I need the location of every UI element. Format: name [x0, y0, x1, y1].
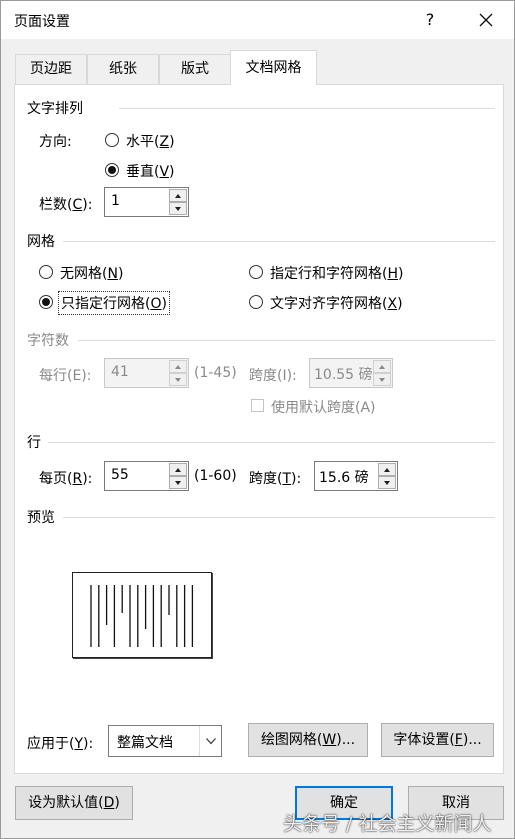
tab-margins-label: 页边距 [30, 61, 72, 77]
chars-up-arrow-icon[interactable] [169, 360, 187, 373]
columns-down-arrow-icon[interactable] [169, 202, 187, 215]
chars-per-line-label: 每行(E): [39, 368, 92, 384]
chevron-down-icon [206, 738, 216, 745]
lines-per-page-label: 每页(R): [39, 471, 93, 487]
lines-up-arrow-icon[interactable] [169, 463, 187, 476]
direction-horizontal-radio[interactable] [105, 133, 119, 147]
chars-per-line-value[interactable]: 41 [111, 364, 129, 380]
default-pitch-label[interactable]: 使用默认跨度(A) [271, 397, 376, 417]
grid-lines-only-radio[interactable] [39, 295, 53, 309]
group-divider [119, 108, 495, 109]
tab-document-grid-label: 文档网格 [245, 60, 302, 76]
chars-per-line-spinner[interactable]: 41 [104, 358, 189, 388]
columns-value[interactable]: 1 [111, 193, 120, 209]
lines-pitch-up-arrow-icon[interactable] [378, 463, 396, 476]
lines-pitch-down-arrow-icon[interactable] [378, 476, 396, 489]
help-label: ? [425, 10, 435, 29]
chars-pitch-value[interactable]: 10.55 磅 [314, 364, 373, 384]
group-divider [78, 340, 495, 341]
preview-page [72, 572, 212, 658]
lines-pitch-arrows [378, 463, 396, 489]
group-divider [63, 241, 495, 242]
grid-none-radio[interactable] [39, 265, 53, 279]
direction-vertical-radio[interactable] [105, 163, 119, 177]
tab-layout[interactable]: 版式 [159, 54, 231, 84]
lines-down-arrow-icon[interactable] [169, 476, 187, 489]
chars-group-title: 字符数 [27, 333, 69, 349]
lines-spinner-arrows [169, 463, 187, 489]
chars-pitch-arrows [373, 360, 391, 386]
chars-down-arrow-icon[interactable] [169, 373, 187, 386]
close-icon [479, 13, 493, 27]
set-default-button[interactable]: 设为默认值(D) [15, 786, 133, 820]
chars-pitch-up-arrow-icon[interactable] [373, 360, 391, 373]
default-pitch-checkbox[interactable] [251, 399, 264, 412]
columns-up-arrow-icon[interactable] [169, 189, 187, 202]
apply-to-dropdown[interactable] [199, 726, 221, 756]
title-bar: 页面设置 ? [1, 1, 514, 39]
group-divider [63, 517, 495, 518]
tab-paper[interactable]: 纸张 [87, 54, 159, 84]
columns-spinner-arrows [169, 189, 187, 215]
tab-margins[interactable]: 页边距 [15, 54, 87, 84]
preview-columns [90, 585, 194, 647]
grid-group-title: 网格 [27, 234, 55, 250]
apply-to-label: 应用于(Y): [27, 736, 94, 752]
apply-to-select[interactable]: 整篇文档 [108, 725, 222, 757]
apply-to-value: 整篇文档 [117, 735, 173, 751]
columns-spinner[interactable]: 1 [104, 187, 189, 217]
grid-snap-chars-radio[interactable] [249, 295, 263, 309]
chars-range: (1-45) [194, 365, 237, 381]
preview-group-title: 预览 [27, 510, 55, 526]
tab-panel-document-grid [14, 84, 504, 774]
lines-range: (1-60) [194, 468, 237, 484]
grid-lines-chars-label[interactable]: 指定行和字符网格(H) [270, 263, 403, 283]
page-setup-dialog: 页面设置 ? 页边距 纸张 版式 文档网格 文字排列 方向: 水平(Z) 垂直(… [0, 0, 515, 839]
close-button[interactable] [471, 5, 501, 35]
chars-pitch-label: 跨度(I): [249, 368, 297, 384]
tab-document-grid[interactable]: 文档网格 [230, 50, 317, 85]
dialog-title: 页面设置 [14, 14, 70, 30]
direction-label: 方向: [39, 134, 72, 150]
grid-none-label[interactable]: 无网格(N) [60, 263, 123, 283]
lines-group-title: 行 [27, 435, 41, 451]
group-divider [48, 442, 495, 443]
grid-snap-chars-label[interactable]: 文字对齐字符网格(X) [270, 293, 403, 313]
grid-lines-chars-radio[interactable] [249, 265, 263, 279]
direction-vertical-label[interactable]: 垂直(V) [126, 161, 175, 181]
grid-lines-only-label[interactable]: 只指定行网格(O) [58, 291, 170, 315]
lines-per-page-value[interactable]: 55 [111, 467, 129, 483]
columns-label: 栏数(C): [39, 197, 93, 213]
text-direction-group-title: 文字排列 [27, 101, 83, 117]
lines-per-page-spinner[interactable]: 55 [104, 461, 189, 491]
lines-pitch-value[interactable]: 15.6 磅 [319, 467, 369, 487]
tab-paper-label: 纸张 [109, 61, 137, 77]
chars-pitch-spinner[interactable]: 10.55 磅 [309, 358, 393, 388]
help-button[interactable]: ? [415, 5, 445, 35]
lines-pitch-spinner[interactable]: 15.6 磅 [314, 461, 398, 491]
chars-spinner-arrows [169, 360, 187, 386]
font-settings-button[interactable]: 字体设置(F)... [381, 723, 494, 757]
direction-horizontal-label[interactable]: 水平(Z) [126, 131, 175, 151]
tab-layout-label: 版式 [181, 61, 209, 77]
lines-pitch-label: 跨度(T): [249, 471, 302, 487]
chars-pitch-down-arrow-icon[interactable] [373, 373, 391, 386]
watermark-text: 头条号 / 社会主义新闻人 [283, 813, 492, 835]
drawing-grid-button[interactable]: 绘图网格(W)... [248, 723, 368, 757]
